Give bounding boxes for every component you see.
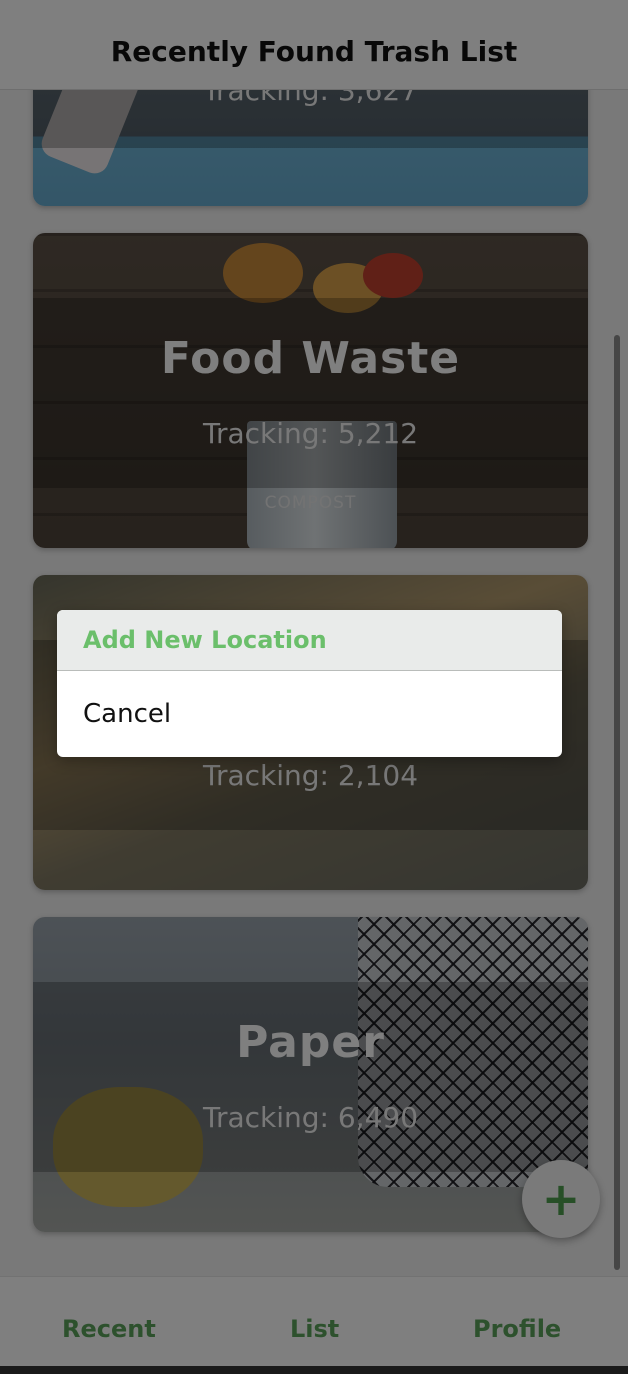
cancel-button[interactable]: Cancel <box>57 671 562 757</box>
screen-bottom-edge <box>0 1366 628 1374</box>
action-sheet-dialog: Add New Location Cancel <box>57 610 562 757</box>
add-new-location-button[interactable]: Add New Location <box>57 610 562 671</box>
screen: Recently Found Trash List Tracking: 3,62… <box>0 0 628 1374</box>
